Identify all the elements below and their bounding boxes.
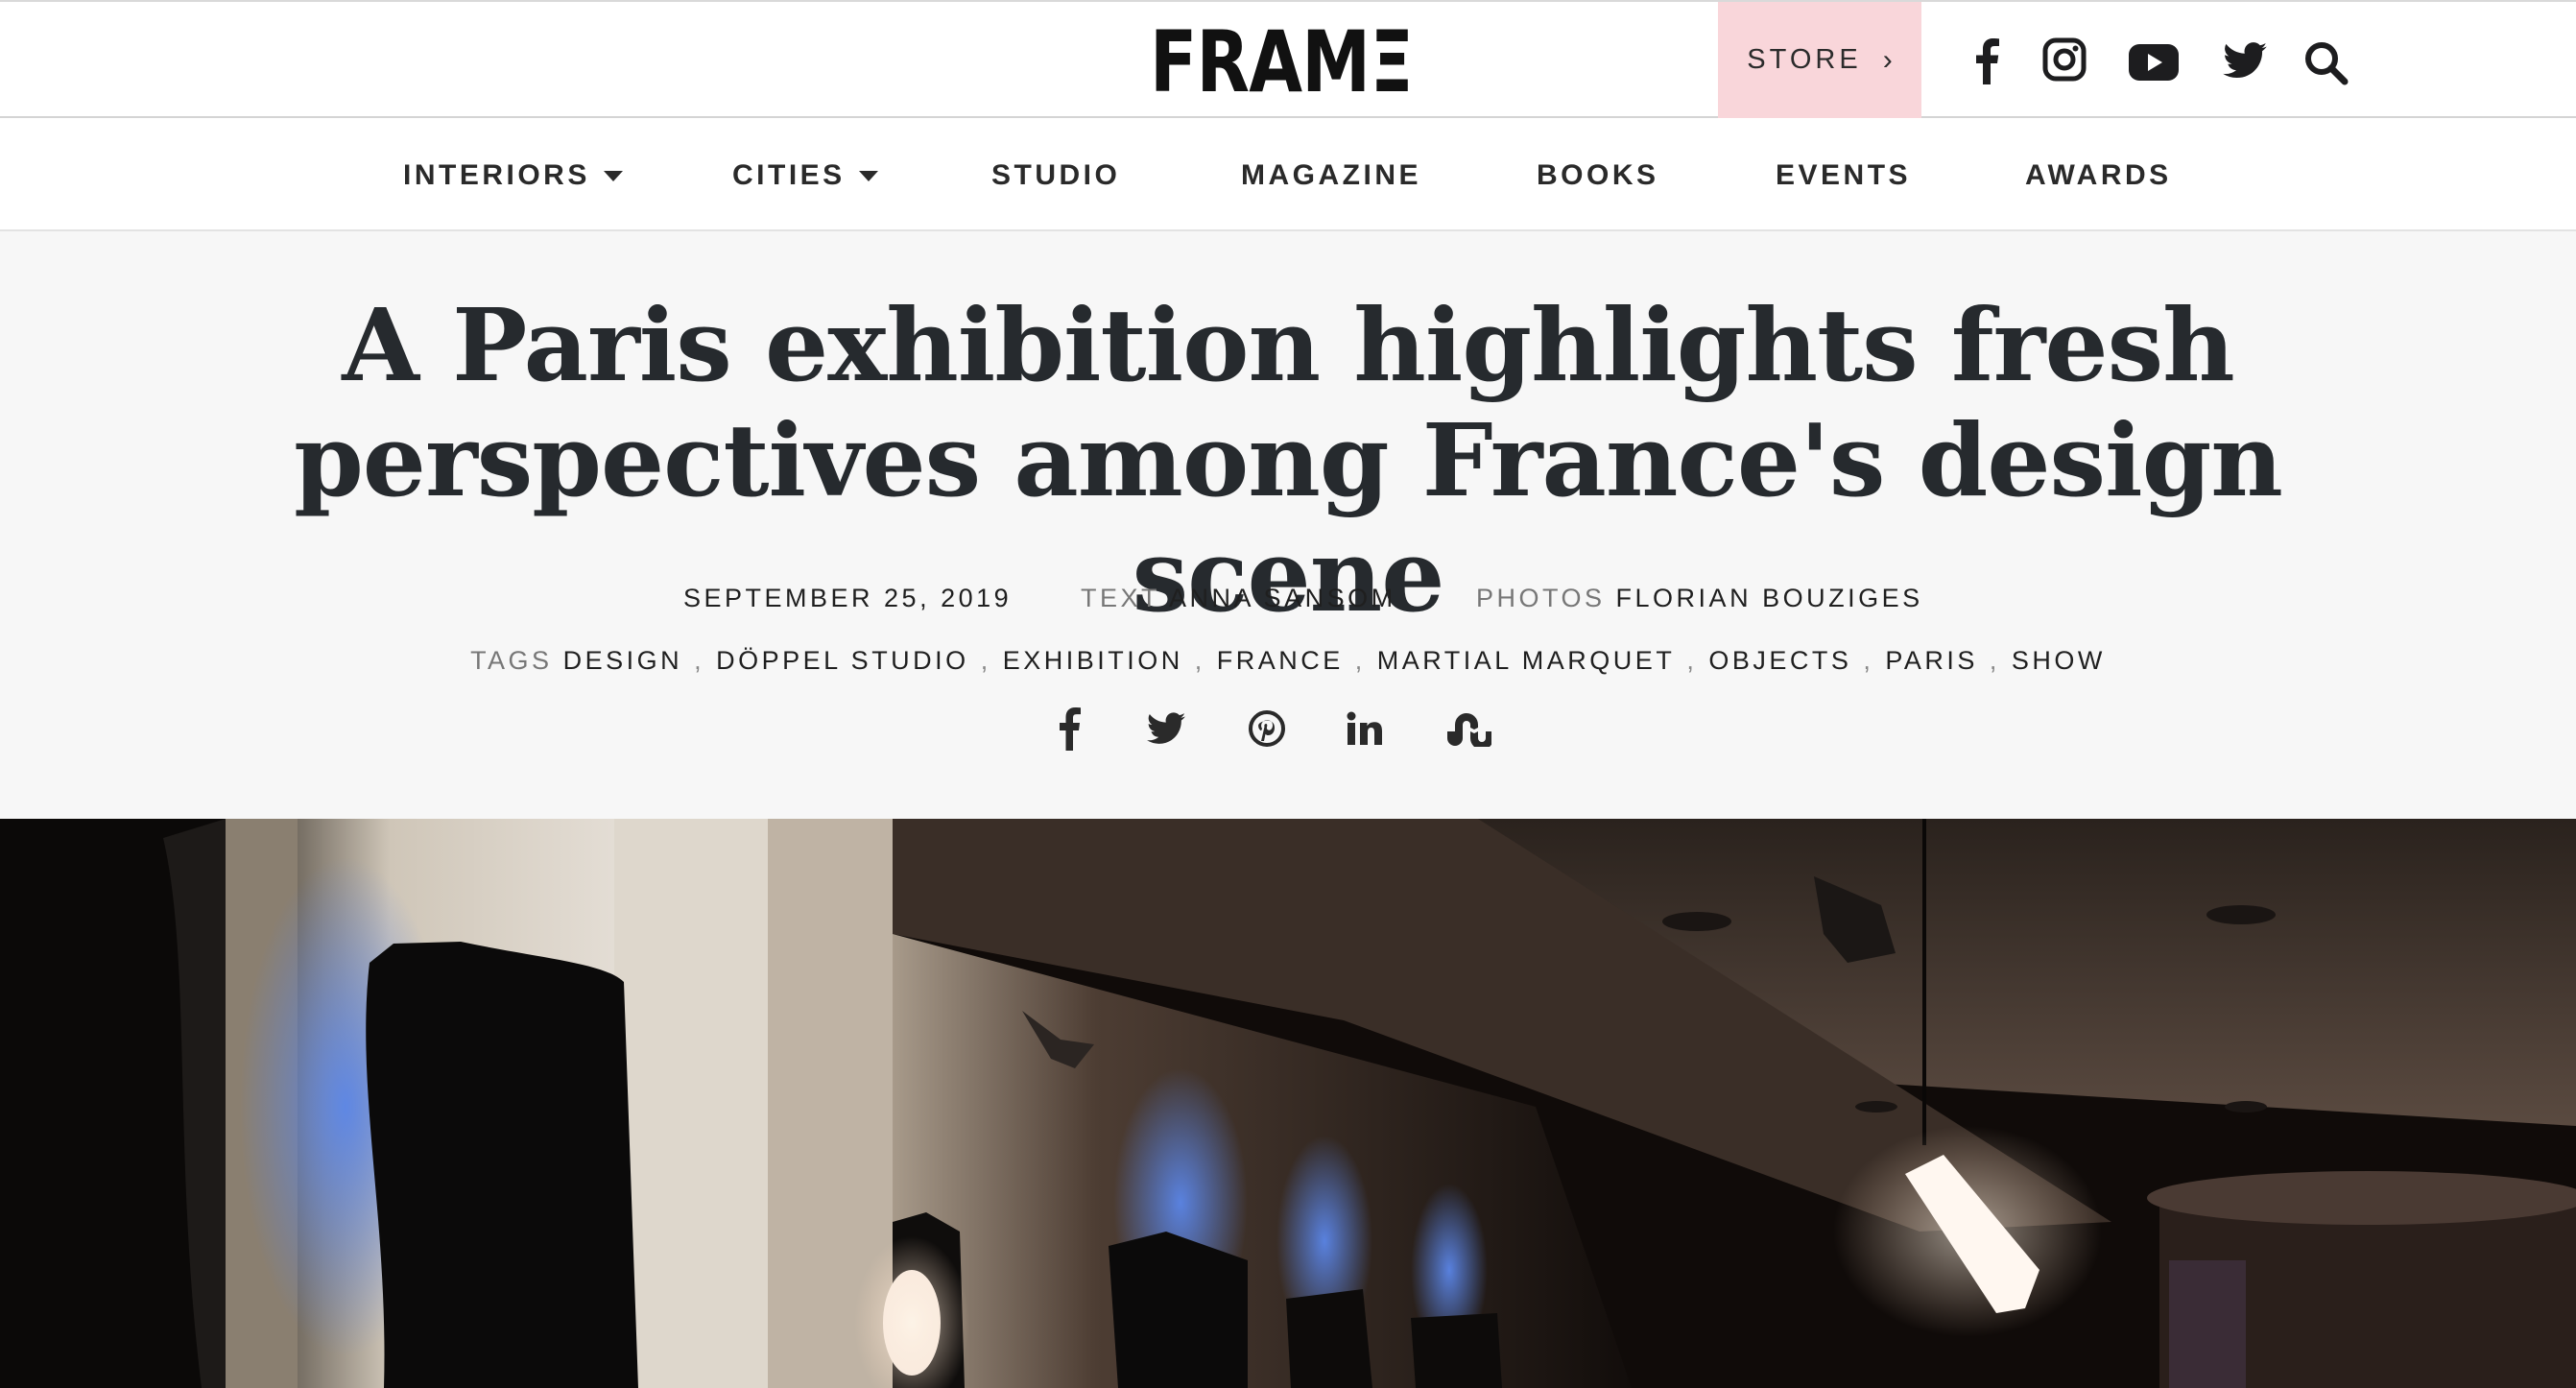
nav-item-magazine[interactable]: MAGAZINE — [1241, 156, 1421, 195]
top-bar: FRAMΞ STORE › — [0, 0, 2576, 118]
nav-item-awards[interactable]: AWARDS — [2025, 156, 2172, 195]
tag-link[interactable]: MARTIAL MARQUET — [1377, 646, 1676, 675]
tag-separator: , — [1863, 646, 1874, 675]
nav-item-label: STUDIO — [991, 159, 1121, 191]
share-facebook-icon[interactable] — [1058, 706, 1081, 755]
tag-link[interactable]: DÖPPEL STUDIO — [716, 646, 969, 675]
twitter-icon[interactable] — [2223, 42, 2267, 79]
caret-down-icon — [603, 170, 623, 181]
nav-item-label: EVENTS — [1776, 159, 1912, 191]
share-stumbleupon-icon[interactable] — [1443, 710, 1493, 752]
youtube-icon[interactable] — [2129, 44, 2179, 81]
tag-separator: , — [694, 646, 705, 675]
tag-link[interactable]: DESIGN — [563, 646, 683, 675]
nav-item-label: MAGAZINE — [1241, 159, 1421, 191]
tag-separator: , — [1194, 646, 1205, 675]
tag-link[interactable]: PARIS — [1885, 646, 1978, 675]
nav-item-studio[interactable]: STUDIO — [991, 156, 1120, 195]
nav-item-label: AWARDS — [2025, 159, 2172, 191]
store-label: STORE — [1747, 44, 1862, 75]
instagram-icon[interactable] — [2042, 36, 2087, 83]
tags-label: TAGS — [470, 646, 553, 675]
article-date: SEPTEMBER 25, 2019 — [683, 584, 1012, 622]
share-linkedin-icon[interactable] — [1347, 711, 1383, 751]
nav-item-label: CITIES — [732, 159, 846, 191]
nav-item-cities[interactable]: CITIES — [732, 156, 878, 195]
nav-item-events[interactable]: EVENTS — [1776, 156, 1911, 195]
author-link[interactable]: ANNA SANSOM — [1169, 584, 1396, 612]
nav-item-books[interactable]: BOOKS — [1537, 156, 1659, 195]
nav-item-label: INTERIORS — [403, 159, 590, 191]
share-twitter-icon[interactable] — [1147, 712, 1185, 750]
article-photographer: PHOTOS FLORIAN BOUZIGES — [1476, 584, 1923, 622]
facebook-icon[interactable] — [1969, 36, 2002, 84]
date-value: SEPTEMBER 25, 2019 — [683, 584, 1013, 612]
share-pinterest-icon[interactable] — [1248, 709, 1286, 753]
tag-link[interactable]: FRANCE — [1217, 646, 1344, 675]
tag-link[interactable]: OBJECTS — [1708, 646, 1851, 675]
chevron-right-icon: › — [1882, 43, 1893, 76]
main-nav: INTERIORS CITIES STUDIO MAGAZINE BOOKS E… — [0, 118, 2576, 231]
tag-separator: , — [1989, 646, 2000, 675]
tag-link[interactable]: SHOW — [2012, 646, 2106, 675]
tag-separator: , — [1354, 646, 1366, 675]
nav-item-interiors[interactable]: INTERIORS — [403, 156, 623, 195]
tag-separator: , — [980, 646, 991, 675]
article-author: TEXT ANNA SANSOM — [1081, 584, 1396, 622]
photographer-link[interactable]: FLORIAN BOUZIGES — [1616, 584, 1923, 612]
tag-link[interactable]: EXHIBITION — [1003, 646, 1183, 675]
frame-logo[interactable]: FRAMΞ — [1150, 12, 1414, 111]
search-icon[interactable] — [2303, 40, 2349, 86]
headline-line-1: A Paris exhibition highlights fresh — [342, 286, 2234, 404]
caret-down-icon — [858, 170, 878, 181]
tag-separator: , — [1686, 646, 1698, 675]
hero-photo — [0, 819, 2576, 1388]
text-label: TEXT — [1081, 584, 1160, 612]
photos-label: PHOTOS — [1476, 584, 1606, 612]
store-button[interactable]: STORE › — [1718, 2, 1921, 118]
nav-item-label: BOOKS — [1537, 159, 1659, 191]
article-headline: A Paris exhibition highlights fresh pers… — [192, 288, 2384, 634]
tag-list: TAGS DESIGN, DÖPPEL STUDIO, EXHIBITION, FRA… — [328, 646, 2248, 676]
